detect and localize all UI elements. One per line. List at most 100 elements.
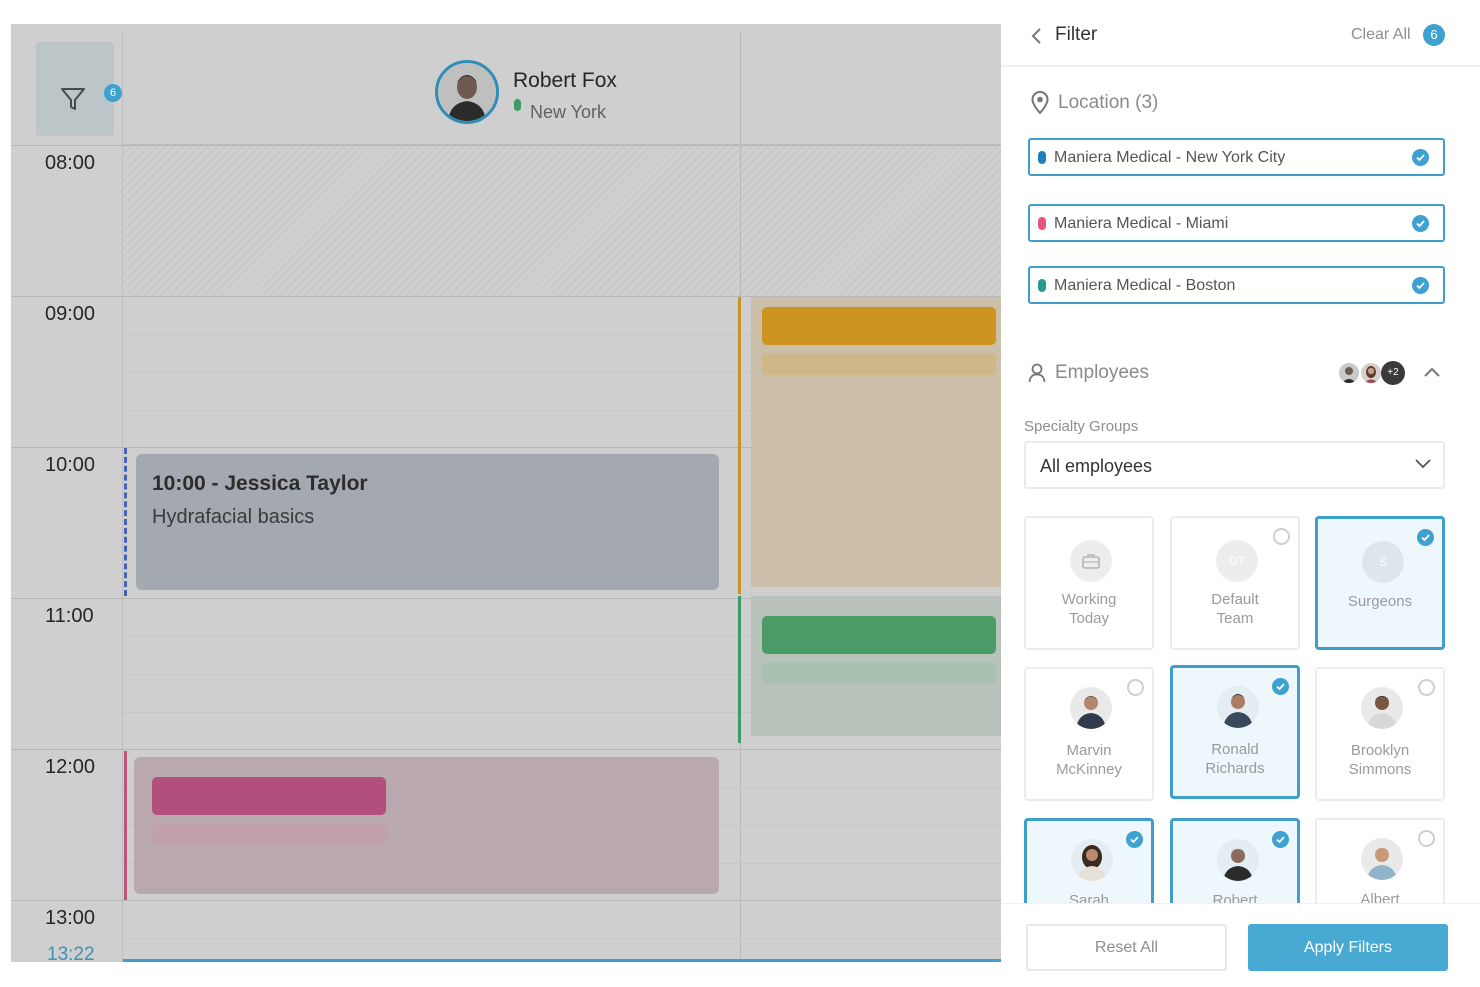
employee-photo: [1361, 687, 1403, 729]
hour-line: [11, 145, 1001, 146]
check-icon: [1272, 678, 1289, 695]
map-pin-icon: [1031, 91, 1049, 115]
appointment-placeholder-bar: [762, 662, 996, 684]
group-card-surgeons[interactable]: S Surgeons: [1315, 516, 1445, 650]
specialty-group-select[interactable]: All employees: [1024, 441, 1445, 489]
specialty-group-value: All employees: [1040, 456, 1153, 476]
card-label: Default Team: [1211, 591, 1259, 627]
employee-name: Robert Fox: [513, 69, 617, 92]
appointment-service: Hydrafacial basics: [152, 506, 315, 528]
calendar-view: 6 Robert Fox New York 08:00 09:00 10:00 …: [11, 24, 1001, 962]
check-icon: [1417, 529, 1434, 546]
appointment-edge: [124, 448, 127, 596]
employee-avatar[interactable]: [435, 60, 499, 124]
filter-footer: Reset All Apply Filters: [1001, 903, 1480, 987]
appointment-edge: [124, 751, 127, 900]
check-icon: [1412, 149, 1429, 166]
card-label: Brooklyn Simmons: [1348, 742, 1412, 778]
card-icon: [1070, 540, 1112, 582]
employee-mini-avatar: [1359, 361, 1383, 385]
location-color-dot: [1038, 217, 1046, 230]
hour-line: [11, 900, 1001, 901]
location-color-dot: [1038, 151, 1046, 164]
filter-count-badge: 6: [104, 84, 122, 102]
location-option[interactable]: Maniera Medical - Boston: [1028, 266, 1445, 304]
group-card-default-team[interactable]: DT Default Team: [1170, 516, 1300, 650]
appointment-placeholder-bar: [762, 616, 996, 654]
card-initials: DT: [1216, 540, 1258, 582]
location-option[interactable]: Maniera Medical - New York City: [1028, 138, 1445, 176]
funnel-icon: [61, 88, 85, 110]
chevron-down-icon: [1415, 459, 1431, 469]
employee-card-grid: Working Today DT Default Team S Surgeons M…: [1001, 505, 1480, 903]
hour-label: 08:00: [45, 152, 96, 174]
quarter-line: [123, 938, 1001, 939]
card-label: Marvin McKinney: [1056, 742, 1122, 778]
employee-photo: [1361, 838, 1403, 880]
card-initials: S: [1362, 541, 1404, 583]
card-label: Ronald Richards: [1205, 741, 1265, 777]
user-icon: [1028, 363, 1046, 383]
hour-label: 11:00: [45, 605, 94, 627]
employee-location: New York: [530, 102, 607, 122]
check-icon: [1126, 831, 1143, 848]
radio-unchecked-icon: [1418, 679, 1435, 696]
appointment-edge: [738, 596, 741, 743]
current-time-line: [123, 959, 1001, 962]
appointment-placeholder-bar: [762, 307, 996, 345]
briefcase-icon: [1082, 554, 1100, 569]
clear-count-badge: 6: [1423, 24, 1445, 46]
apply-filters-button[interactable]: Apply Filters: [1248, 924, 1448, 971]
employee-card-ronald-richards[interactable]: Ronald Richards: [1170, 665, 1300, 799]
appointment-placeholder-bar: [762, 353, 996, 375]
employee-card-albert[interactable]: Albert: [1315, 818, 1445, 903]
card-label: Albert: [1360, 891, 1400, 903]
employee-photo: [1217, 839, 1259, 881]
check-icon: [1272, 831, 1289, 848]
appointment-title: 10:00 - Jessica Taylor: [152, 472, 368, 495]
employee-card-marvin-mckinney[interactable]: Marvin McKinney: [1024, 667, 1154, 801]
hour-label: 13:00: [45, 907, 96, 929]
hour-label: 10:00: [45, 454, 96, 476]
chevron-left-icon[interactable]: [1029, 27, 1043, 45]
employee-card-sarah[interactable]: Sarah: [1024, 818, 1154, 903]
card-label: RobertFox: [1212, 892, 1258, 903]
group-card-working-today[interactable]: Working Today: [1024, 516, 1154, 650]
clear-all-button[interactable]: Clear All: [1351, 26, 1411, 44]
filter-title: Filter: [1055, 24, 1098, 45]
filter-header: Filter Clear All 6: [1001, 0, 1480, 67]
check-icon: [1412, 215, 1429, 232]
card-label: Surgeons: [1347, 593, 1413, 610]
appointment-placeholder-bar: [152, 777, 386, 815]
location-section-title: Location (3): [1058, 92, 1159, 113]
unavailable-hatch: [123, 146, 1001, 295]
hour-line: [11, 749, 1001, 750]
current-time-label: 13:22: [47, 944, 95, 962]
time-column-divider: [122, 32, 123, 962]
check-icon: [1412, 277, 1429, 294]
employee-mini-avatar: [1337, 361, 1361, 385]
radio-unchecked-icon: [1418, 830, 1435, 847]
location-color-dot: [1038, 279, 1046, 292]
employees-section-title: Employees: [1055, 362, 1149, 383]
card-label: Sarah: [1068, 892, 1110, 903]
hour-label: 09:00: [45, 303, 96, 325]
employee-photo: [1070, 687, 1112, 729]
filter-button[interactable]: 6: [36, 42, 122, 136]
reset-all-button[interactable]: Reset All: [1026, 924, 1227, 971]
radio-unchecked-icon: [1273, 528, 1290, 545]
card-label: Working Today: [1061, 591, 1117, 627]
employee-photo: [1071, 839, 1113, 881]
location-option[interactable]: Maniera Medical - Miami: [1028, 204, 1445, 242]
employee-card-brooklyn-simmons[interactable]: Brooklyn Simmons: [1315, 667, 1445, 801]
appointment-edge: [738, 297, 741, 594]
chevron-up-icon[interactable]: [1423, 366, 1441, 378]
radio-unchecked-icon: [1127, 679, 1144, 696]
appointment-placeholder-bar: [152, 823, 386, 845]
location-option-label: Maniera Medical - Miami: [1054, 215, 1229, 232]
location-option-label: Maniera Medical - New York City: [1054, 149, 1286, 166]
specialty-groups-label: Specialty Groups: [1024, 418, 1139, 435]
more-employees-badge: +2: [1381, 361, 1405, 385]
filter-panel: Filter Clear All 6 Location (3) Maniera …: [1001, 0, 1480, 987]
employee-card-robert-fox[interactable]: RobertFox: [1170, 818, 1300, 903]
